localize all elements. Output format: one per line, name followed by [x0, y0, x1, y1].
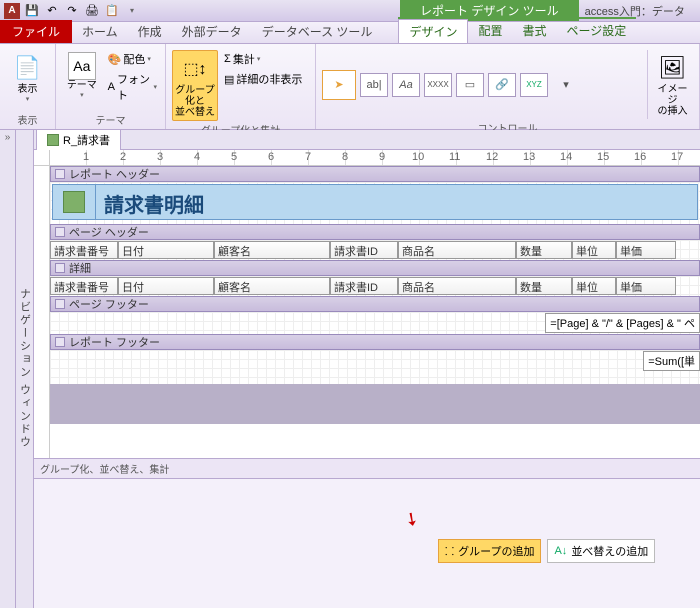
- xyz-control[interactable]: XYZ: [520, 73, 548, 97]
- label-c5[interactable]: 商品名: [398, 241, 516, 259]
- label-c7[interactable]: 単位: [572, 241, 616, 259]
- link-control[interactable]: 🔗: [488, 73, 516, 97]
- tab-control[interactable]: ▭: [456, 73, 484, 97]
- group-view-label: 表示: [6, 111, 49, 127]
- fonts-button[interactable]: Aフォント▾: [106, 70, 159, 104]
- horizontal-ruler[interactable]: 1234567891011121314151617: [50, 150, 700, 165]
- view-icon: 📄: [12, 52, 44, 84]
- label-c6[interactable]: 数量: [516, 241, 572, 259]
- tab-arrange[interactable]: 配置: [468, 19, 512, 43]
- hide-details-button[interactable]: ▤詳細の非表示: [222, 70, 304, 88]
- qat-extra-icon[interactable]: 📋: [104, 3, 120, 19]
- add-sort-button[interactable]: A↓並べ替えの追加: [547, 539, 655, 563]
- label-c4[interactable]: 請求書ID: [330, 241, 398, 259]
- document-tab[interactable]: R_請求書: [36, 130, 121, 150]
- field-c8[interactable]: 単価: [616, 277, 676, 295]
- qat-undo-icon[interactable]: ↶: [44, 3, 60, 19]
- label-c1[interactable]: 請求書番号: [50, 241, 118, 259]
- file-tab[interactable]: ファイル: [0, 20, 72, 43]
- more-icon: ▾: [563, 78, 569, 91]
- add-group-button[interactable]: ⸬グループの追加: [438, 539, 541, 563]
- vertical-ruler[interactable]: [34, 166, 50, 458]
- section-report-header[interactable]: レポート ヘッダー: [50, 166, 700, 182]
- hide-icon: ▤: [224, 73, 234, 86]
- cursor-icon: ➤: [334, 78, 343, 91]
- more-controls[interactable]: ▾: [552, 73, 580, 97]
- sum-textbox[interactable]: =Sum([単: [643, 351, 700, 371]
- sigma-icon: Σ: [224, 53, 231, 65]
- field-c2[interactable]: 日付: [118, 277, 214, 295]
- field-c7[interactable]: 単位: [572, 277, 616, 295]
- report-icon: [47, 134, 59, 146]
- image-icon: 🖼: [657, 52, 689, 84]
- field-c6[interactable]: 数量: [516, 277, 572, 295]
- xyz-icon: XYZ: [526, 80, 542, 89]
- label-c8[interactable]: 単価: [616, 241, 676, 259]
- tab-dbtools[interactable]: データベース ツール: [252, 20, 383, 43]
- label-icon: Aa: [399, 79, 412, 91]
- tab-create[interactable]: 作成: [128, 20, 172, 43]
- group-sort-button[interactable]: ⬚↕ グループ化と 並べ替え: [172, 50, 218, 121]
- section-page-footer[interactable]: ページ フッター: [50, 296, 700, 312]
- qat-save-icon[interactable]: 💾: [24, 3, 40, 19]
- qat-dropdown-icon[interactable]: ▾: [124, 3, 140, 19]
- dropdown-icon: ▾: [257, 55, 261, 63]
- page-number-textbox[interactable]: =[Page] & "/" & [Pages] & " ペ: [545, 313, 700, 333]
- navigation-pane[interactable]: ナビゲーション ウィンドウ: [16, 130, 34, 608]
- totals-button[interactable]: Σ集計▾: [222, 50, 304, 68]
- tab-home[interactable]: ホーム: [72, 20, 128, 43]
- label-control[interactable]: Aa: [392, 73, 420, 97]
- textbox-control[interactable]: ab|: [360, 73, 388, 97]
- tab-design[interactable]: デザイン: [398, 19, 468, 43]
- button-control[interactable]: XXXX: [424, 73, 452, 97]
- tab-format[interactable]: 書式: [512, 19, 556, 43]
- field-c4[interactable]: 請求書ID: [330, 277, 398, 295]
- field-c1[interactable]: 請求書番号: [50, 277, 118, 295]
- link-icon: 🔗: [495, 78, 509, 91]
- shutter-bar-button[interactable]: »: [0, 130, 16, 608]
- dropdown-icon: ▾: [80, 91, 84, 99]
- tab-pagesetup[interactable]: ページ設定: [556, 19, 636, 43]
- report-title[interactable]: 請求書明細: [96, 184, 698, 220]
- theme-button[interactable]: Aa テーマ ▾: [62, 50, 102, 101]
- fonts-icon: A: [108, 81, 115, 93]
- theme-icon: Aa: [68, 52, 96, 80]
- textbox-icon: ab|: [366, 79, 381, 91]
- group-theme-label: テーマ: [62, 111, 159, 127]
- label-c2[interactable]: 日付: [118, 241, 214, 259]
- annotation-arrow: ➘: [399, 507, 423, 533]
- report-logo[interactable]: [52, 184, 96, 220]
- dropdown-icon: ▾: [26, 95, 30, 103]
- button-icon: XXXX: [427, 80, 448, 89]
- section-page-header[interactable]: ページ ヘッダー: [50, 224, 700, 240]
- colors-button[interactable]: 🎨配色▾: [106, 50, 159, 68]
- field-c3[interactable]: 顧客名: [214, 277, 330, 295]
- logo-icon: [63, 191, 85, 213]
- dropdown-icon: ▾: [147, 55, 151, 63]
- ruler-corner[interactable]: [34, 150, 50, 165]
- sort-icon: A↓: [554, 545, 567, 557]
- field-c5[interactable]: 商品名: [398, 277, 516, 295]
- colors-icon: 🎨: [108, 53, 122, 66]
- section-report-footer[interactable]: レポート フッター: [50, 334, 700, 350]
- group-panel-title: グループ化、並べ替え、集計: [34, 458, 700, 478]
- tab-icon: ▭: [465, 78, 475, 91]
- label-c3[interactable]: 顧客名: [214, 241, 330, 259]
- dropdown-icon: ▾: [153, 83, 157, 91]
- group-icon: ⸬: [445, 544, 454, 559]
- tab-external[interactable]: 外部データ: [172, 20, 252, 43]
- group-sort-icon: ⬚↕: [179, 53, 211, 85]
- insert-image-button[interactable]: 🖼 イメージ の挿入: [647, 50, 693, 119]
- access-app-icon: A: [4, 3, 20, 19]
- qat-print-icon[interactable]: 🖨: [84, 3, 100, 19]
- group-sort-panel: ➘ ⸬グループの追加 A↓並べ替えの追加: [34, 478, 700, 608]
- section-detail[interactable]: 詳細: [50, 260, 700, 276]
- select-control[interactable]: ➤: [322, 70, 356, 100]
- qat-redo-icon[interactable]: ↷: [64, 3, 80, 19]
- view-button[interactable]: 📄 表示 ▾: [6, 50, 49, 105]
